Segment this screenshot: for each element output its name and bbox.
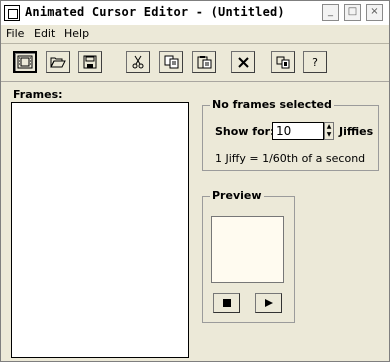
delete-icon <box>237 56 249 68</box>
help-icon: ? <box>312 55 318 69</box>
show-for-label: Show for: <box>215 125 275 138</box>
paste-button[interactable] <box>192 51 216 73</box>
delete-button[interactable] <box>231 51 255 73</box>
maximize-button[interactable]: □ <box>344 4 361 21</box>
save-icon <box>83 55 97 69</box>
cut-icon <box>132 55 144 69</box>
show-for-spinner[interactable]: ▲ ▼ <box>324 122 334 140</box>
frame-settings-title: No frames selected <box>210 98 334 111</box>
help-button[interactable]: ? <box>303 51 327 73</box>
frames-list[interactable] <box>11 102 189 358</box>
window-title: Animated Cursor Editor - (Untitled) <box>25 5 285 19</box>
toolbar: ? <box>1 44 389 82</box>
spin-down-icon[interactable]: ▼ <box>325 131 333 139</box>
close-button[interactable]: × <box>366 4 383 21</box>
play-icon <box>264 299 273 307</box>
frames-label: Frames: <box>13 88 63 101</box>
copy-icon <box>164 55 178 69</box>
stop-button[interactable] <box>213 293 240 313</box>
minimize-button[interactable]: _ <box>322 4 339 21</box>
paste-icon <box>197 56 211 69</box>
spin-up-icon[interactable]: ▲ <box>325 123 333 131</box>
cut-button[interactable] <box>126 51 150 73</box>
save-button[interactable] <box>78 51 102 73</box>
new-frames-button[interactable] <box>13 51 37 73</box>
minimize-icon: _ <box>328 6 333 17</box>
menu-bar: File Edit Help <box>1 25 389 44</box>
menu-file[interactable]: File <box>6 27 24 40</box>
app-icon <box>4 5 20 21</box>
maximize-icon: □ <box>347 6 358 17</box>
open-button[interactable] <box>46 51 70 73</box>
new-frames-icon <box>17 55 33 69</box>
jiffies-label: Jiffies <box>339 125 374 138</box>
show-for-input[interactable]: 10 <box>272 122 324 140</box>
menu-edit[interactable]: Edit <box>34 27 55 40</box>
close-icon: × <box>370 6 379 17</box>
preview-title: Preview <box>210 189 264 202</box>
app-window: Animated Cursor Editor - (Untitled) _ □ … <box>0 0 390 362</box>
copy-button[interactable] <box>159 51 183 73</box>
edit-frame-button[interactable] <box>271 51 295 73</box>
stop-icon <box>222 299 231 307</box>
jiffy-note: 1 Jiffy = 1/60th of a second <box>215 152 366 165</box>
menu-help[interactable]: Help <box>64 27 89 40</box>
play-button[interactable] <box>255 293 282 313</box>
edit-frame-icon <box>276 56 289 69</box>
open-folder-icon <box>50 57 66 68</box>
title-bar[interactable]: Animated Cursor Editor - (Untitled) _ □ … <box>1 1 389 25</box>
preview-area <box>211 216 284 283</box>
